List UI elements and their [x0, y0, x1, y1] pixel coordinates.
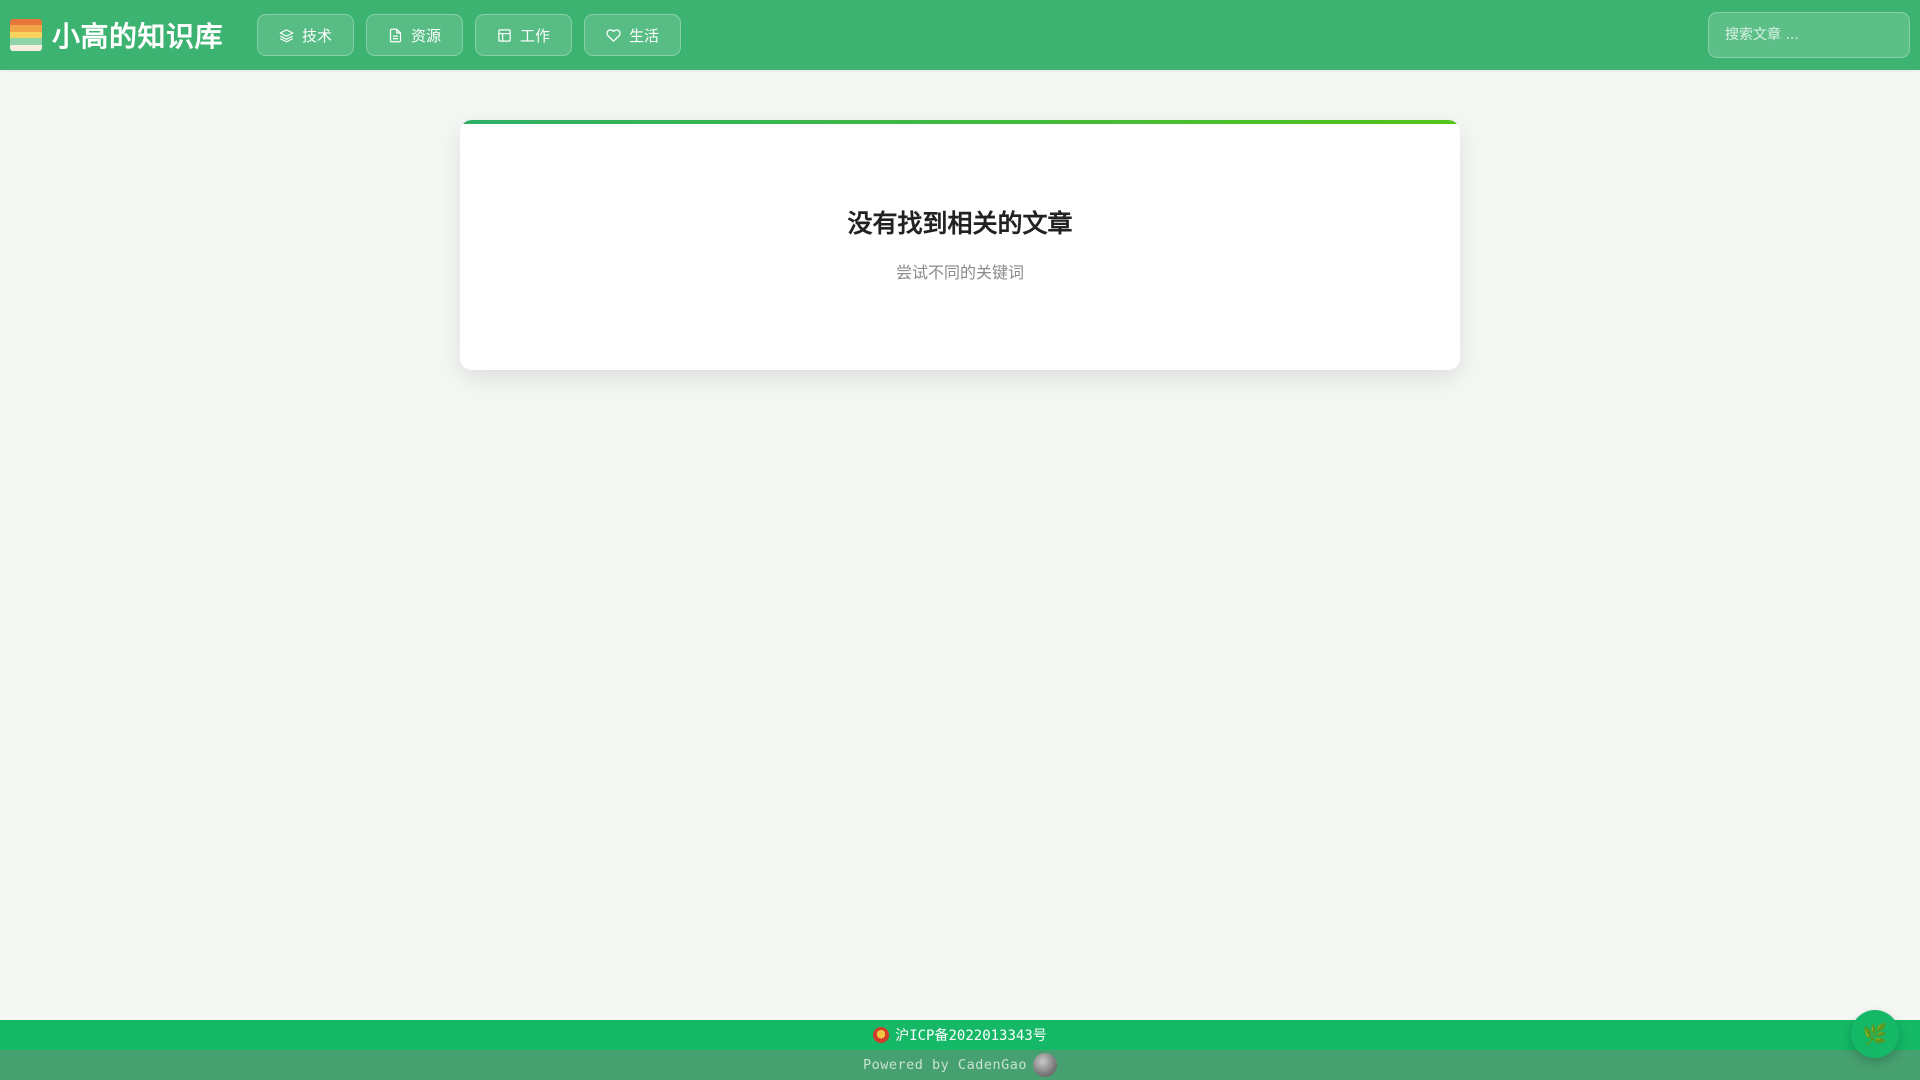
police-badge-icon	[873, 1027, 890, 1043]
layers-icon	[279, 28, 294, 42]
nav-item-resources[interactable]: 资源	[366, 14, 464, 56]
leaf-icon: 🌿	[1862, 1022, 1888, 1046]
nav-item-life[interactable]: 生活	[584, 14, 682, 56]
heart-icon	[606, 28, 621, 42]
empty-state-card: 没有找到相关的文章 尝试不同的关键词	[460, 120, 1460, 370]
footer-icp-bar: 沪ICP备2022013343号	[0, 1020, 1920, 1050]
floating-action-button[interactable]: 🌿	[1851, 1010, 1899, 1058]
top-navbar: 小高的知识库 技术 资源 工作 生活	[0, 0, 1920, 70]
icp-link[interactable]: 沪ICP备2022013343号	[895, 1025, 1047, 1045]
empty-state-subtitle: 尝试不同的关键词	[895, 263, 1024, 282]
avatar[interactable]	[1032, 1053, 1057, 1077]
main-nav: 技术 资源 工作 生活	[257, 14, 682, 56]
nav-item-label: 工作	[520, 26, 551, 45]
site-title[interactable]: 小高的知识库	[52, 15, 223, 55]
nav-item-label: 生活	[629, 26, 660, 45]
nav-item-label: 资源	[411, 26, 442, 45]
brand-logo-icon	[10, 19, 42, 51]
powered-by-text: Powered by CadenGao	[863, 1057, 1027, 1073]
nav-item-work[interactable]: 工作	[475, 14, 573, 56]
file-icon	[389, 28, 402, 42]
nav-item-label: 技术	[302, 26, 333, 45]
card-accent-bar	[460, 120, 1460, 124]
nav-item-tech[interactable]: 技术	[257, 14, 355, 56]
layout-icon	[498, 28, 511, 42]
empty-state-title: 没有找到相关的文章	[847, 209, 1073, 238]
brand[interactable]: 小高的知识库	[10, 0, 223, 70]
footer-powered-bar: Powered by CadenGao	[0, 1050, 1920, 1080]
search-input[interactable]	[1708, 12, 1910, 58]
